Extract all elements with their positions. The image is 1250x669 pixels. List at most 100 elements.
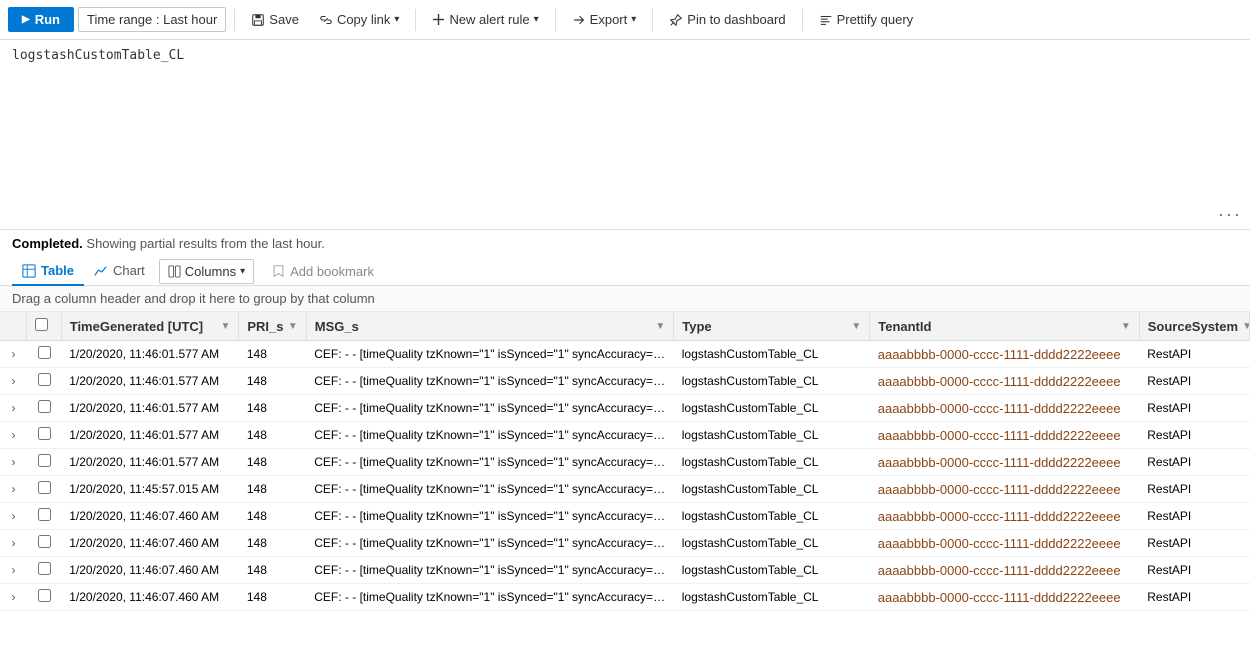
tenant-value: aaaabbbb-0000-cccc-1111-dddd2222eeee: [878, 374, 1121, 389]
table-row: › 1/20/2020, 11:45:57.015 AM 148 CEF: - …: [0, 476, 1250, 503]
run-label: Run: [35, 12, 60, 27]
copy-link-button[interactable]: Copy link ▾: [311, 8, 408, 31]
expand-button[interactable]: ›: [11, 509, 15, 523]
columns-button[interactable]: Columns ▾: [159, 259, 254, 284]
save-button[interactable]: Save: [243, 8, 307, 31]
new-alert-rule-button[interactable]: New alert rule ▾: [424, 8, 546, 31]
tenant-value: aaaabbbb-0000-cccc-1111-dddd2222eeee: [878, 401, 1121, 416]
col-source-label: SourceSystem: [1148, 319, 1238, 334]
expand-button[interactable]: ›: [11, 482, 15, 496]
status-rest: Showing partial results from the last ho…: [83, 236, 325, 251]
table-icon: [22, 264, 36, 278]
pin-icon: [669, 13, 683, 27]
check-cell[interactable]: [27, 503, 61, 530]
tab-chart[interactable]: Chart: [84, 257, 155, 286]
expand-button[interactable]: ›: [11, 563, 15, 577]
check-cell[interactable]: [27, 422, 61, 449]
check-cell[interactable]: [27, 584, 61, 611]
tenant-value: aaaabbbb-0000-cccc-1111-dddd2222eeee: [878, 590, 1121, 605]
expand-cell[interactable]: ›: [0, 422, 27, 449]
msg-cell: CEF: - - [timeQuality tzKnown="1" isSync…: [306, 449, 674, 476]
pin-to-dashboard-button[interactable]: Pin to dashboard: [661, 8, 793, 31]
expand-cell[interactable]: ›: [0, 368, 27, 395]
expand-cell[interactable]: ›: [0, 530, 27, 557]
time-cell: 1/20/2020, 11:46:01.577 AM: [61, 422, 239, 449]
row-checkbox[interactable]: [38, 373, 51, 386]
msg-cell: CEF: - - [timeQuality tzKnown="1" isSync…: [306, 557, 674, 584]
check-cell[interactable]: [27, 395, 61, 422]
col-source-header[interactable]: SourceSystem ▼: [1139, 312, 1249, 341]
run-button[interactable]: ▶ Run: [8, 7, 74, 32]
table-row: › 1/20/2020, 11:46:01.577 AM 148 CEF: - …: [0, 368, 1250, 395]
expand-cell[interactable]: ›: [0, 557, 27, 584]
row-checkbox[interactable]: [38, 508, 51, 521]
row-checkbox[interactable]: [38, 481, 51, 494]
expand-button[interactable]: ›: [11, 590, 15, 604]
table-body: › 1/20/2020, 11:46:01.577 AM 148 CEF: - …: [0, 341, 1250, 611]
tab-table[interactable]: Table: [12, 257, 84, 286]
type-cell: logstashCustomTable_CL: [674, 557, 870, 584]
tenant-filter-icon: ▼: [1121, 321, 1131, 332]
check-cell[interactable]: [27, 449, 61, 476]
tenant-cell: aaaabbbb-0000-cccc-1111-dddd2222eeee: [870, 557, 1140, 584]
row-checkbox[interactable]: [38, 589, 51, 602]
tenant-value: aaaabbbb-0000-cccc-1111-dddd2222eeee: [878, 347, 1121, 362]
check-cell[interactable]: [27, 530, 61, 557]
query-text[interactable]: logstashCustomTable_CL: [12, 48, 1238, 63]
pri-cell: 148: [239, 395, 306, 422]
separator-4: [652, 9, 653, 31]
tenant-cell: aaaabbbb-0000-cccc-1111-dddd2222eeee: [870, 395, 1140, 422]
plus-icon: [432, 13, 445, 26]
expand-cell[interactable]: ›: [0, 503, 27, 530]
prettify-query-button[interactable]: Prettify query: [811, 8, 922, 31]
check-cell[interactable]: [27, 476, 61, 503]
expand-button[interactable]: ›: [11, 374, 15, 388]
row-checkbox[interactable]: [38, 427, 51, 440]
drag-hint: Drag a column header and drop it here to…: [0, 286, 1250, 312]
col-check-header: [27, 312, 61, 341]
select-all-checkbox[interactable]: [35, 318, 48, 331]
check-cell[interactable]: [27, 341, 61, 368]
table-row: › 1/20/2020, 11:46:07.460 AM 148 CEF: - …: [0, 503, 1250, 530]
time-range-button[interactable]: Time range : Last hour: [78, 7, 226, 32]
col-msg-header[interactable]: MSG_s ▼: [306, 312, 674, 341]
expand-cell[interactable]: ›: [0, 476, 27, 503]
table-container[interactable]: TimeGenerated [UTC] ▼ PRI_s ▼ MSG_s ▼: [0, 312, 1250, 621]
row-checkbox[interactable]: [38, 562, 51, 575]
type-cell: logstashCustomTable_CL: [674, 503, 870, 530]
tenant-value: aaaabbbb-0000-cccc-1111-dddd2222eeee: [878, 455, 1121, 470]
tenant-cell: aaaabbbb-0000-cccc-1111-dddd2222eeee: [870, 422, 1140, 449]
row-checkbox[interactable]: [38, 400, 51, 413]
expand-cell[interactable]: ›: [0, 449, 27, 476]
expand-button[interactable]: ›: [11, 401, 15, 415]
row-checkbox[interactable]: [38, 346, 51, 359]
type-cell: logstashCustomTable_CL: [674, 395, 870, 422]
columns-chevron: ▾: [240, 266, 245, 277]
check-cell[interactable]: [27, 368, 61, 395]
copy-link-label: Copy link: [337, 12, 390, 27]
col-type-header[interactable]: Type ▼: [674, 312, 870, 341]
col-time-header[interactable]: TimeGenerated [UTC] ▼: [61, 312, 239, 341]
col-pri-header[interactable]: PRI_s ▼: [239, 312, 306, 341]
query-area[interactable]: logstashCustomTable_CL ···: [0, 40, 1250, 230]
pri-cell: 148: [239, 368, 306, 395]
expand-cell[interactable]: ›: [0, 584, 27, 611]
expand-button[interactable]: ›: [11, 428, 15, 442]
expand-cell[interactable]: ›: [0, 395, 27, 422]
separator-2: [415, 9, 416, 31]
expand-button[interactable]: ›: [11, 455, 15, 469]
expand-button[interactable]: ›: [11, 536, 15, 550]
col-tenant-header[interactable]: TenantId ▼: [870, 312, 1140, 341]
prettify-icon: [819, 13, 833, 27]
check-cell[interactable]: [27, 557, 61, 584]
expand-button[interactable]: ›: [11, 347, 15, 361]
dots-menu[interactable]: ···: [1218, 204, 1242, 225]
export-button[interactable]: Export ▾: [564, 8, 645, 31]
col-pri-label: PRI_s: [247, 319, 283, 334]
row-checkbox[interactable]: [38, 535, 51, 548]
time-cell: 1/20/2020, 11:46:01.577 AM: [61, 395, 239, 422]
add-bookmark-button[interactable]: Add bookmark: [262, 260, 384, 283]
type-cell: logstashCustomTable_CL: [674, 368, 870, 395]
expand-cell[interactable]: ›: [0, 341, 27, 368]
row-checkbox[interactable]: [38, 454, 51, 467]
